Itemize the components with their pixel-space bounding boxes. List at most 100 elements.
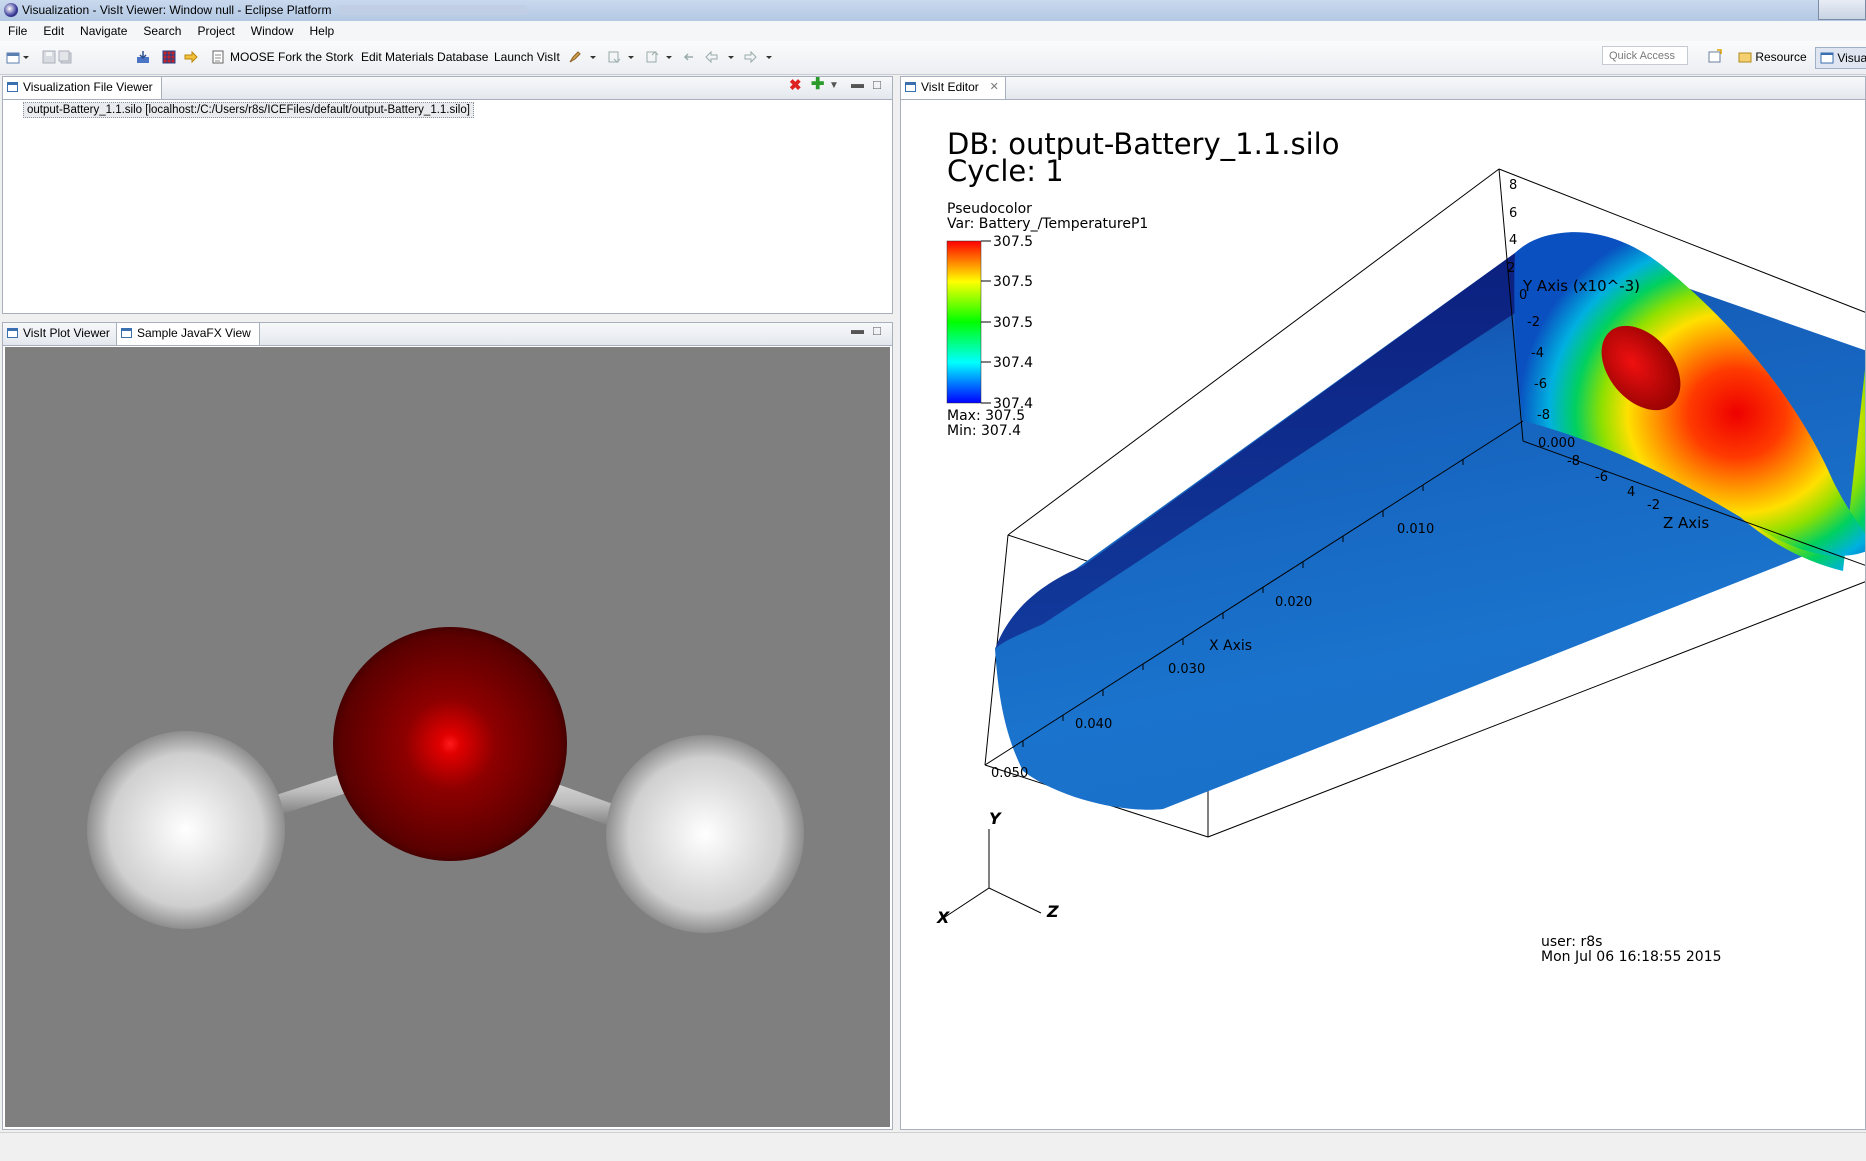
- menu-project[interactable]: Project: [189, 21, 242, 39]
- menu-search[interactable]: Search: [135, 21, 189, 39]
- view-icon: [7, 82, 18, 92]
- z-tick-neg8: -8: [1567, 454, 1580, 469]
- visit-plot: DB: output-Battery_1.1.silo Cycle: 1 Pse…: [936, 127, 1865, 965]
- grid-table-icon[interactable]: [162, 50, 176, 64]
- window-titlebar: Visualization - VisIt Viewer: Window nul…: [0, 0, 1866, 22]
- rocket-icon[interactable]: [568, 50, 582, 64]
- visualization-perspective-button[interactable]: Visua: [1815, 47, 1866, 69]
- maximize-icon[interactable]: □: [873, 78, 881, 92]
- z-axis-label: Z Axis: [1663, 514, 1709, 532]
- y-tick-8: 8: [1509, 178, 1517, 193]
- moose-fork-the-stork-button[interactable]: MOOSE Fork the Stork: [230, 50, 353, 64]
- back-icon[interactable]: [705, 50, 719, 64]
- legend-plot-type: Pseudocolor: [947, 201, 1032, 217]
- menu-help[interactable]: Help: [301, 21, 342, 39]
- x-tick-0050: 0.050: [991, 766, 1028, 781]
- visit-render-window[interactable]: DB: output-Battery_1.1.silo Cycle: 1 Pse…: [903, 101, 1865, 1127]
- tab-label: Sample JavaFX View: [137, 326, 251, 340]
- forward-dropdown-icon[interactable]: [765, 50, 773, 64]
- legend-tick-2: 307.5: [993, 274, 1033, 290]
- add-file-icon[interactable]: ✚: [811, 77, 824, 93]
- oxygen-atom: [333, 627, 567, 861]
- back-dropdown-icon[interactable]: [727, 50, 735, 64]
- legend-tick-4: 307.4: [993, 355, 1033, 371]
- menu-bar: File Edit Navigate Search Project Window Help: [0, 21, 1866, 41]
- y-tick-6: 6: [1509, 206, 1517, 221]
- launch-visit-button[interactable]: Launch VisIt: [494, 50, 560, 64]
- water-molecule-scene: [87, 627, 804, 933]
- open-perspective-icon[interactable]: [1708, 49, 1722, 63]
- window-title: Visualization - VisIt Viewer: Window nul…: [22, 3, 332, 17]
- menu-navigate[interactable]: Navigate: [72, 21, 135, 39]
- y-axis-label: Y Axis (x10^-3): [1522, 277, 1640, 295]
- save-icon[interactable]: [42, 50, 56, 64]
- next-annotation-dropdown-icon[interactable]: [627, 50, 635, 64]
- view-menu-dropdown-icon[interactable]: ▼: [829, 79, 839, 93]
- tab-sample-javafx-view[interactable]: Sample JavaFX View: [116, 323, 260, 345]
- plot-viewer-tabstrip: VisIt Plot Viewer Sample JavaFX View ▬ □: [3, 323, 892, 346]
- status-bar: [0, 1132, 1866, 1161]
- forward-arrow-icon[interactable]: [184, 50, 198, 64]
- previous-annotation-dropdown-icon[interactable]: [665, 50, 673, 64]
- tab-label: VisIt Editor: [921, 80, 979, 94]
- legend-min: Min: 307.4: [947, 423, 1021, 439]
- left-hydrogen-atom: [87, 731, 285, 929]
- axis-triad: [944, 829, 1042, 918]
- x-tick-0010: 0.010: [1397, 522, 1434, 537]
- z-tick-neg2: -2: [1647, 498, 1660, 513]
- rocket-dropdown-icon[interactable]: [589, 50, 597, 64]
- document-icon[interactable]: [211, 50, 225, 64]
- user-info: user: r8s: [1541, 934, 1602, 950]
- menu-file[interactable]: File: [0, 21, 35, 39]
- maximize-icon[interactable]: □: [873, 324, 881, 338]
- x-tick-0040: 0.040: [1075, 717, 1112, 732]
- file-viewer-tabstrip: Visualization File Viewer ✖ ✚ ▼ ▬ □: [3, 77, 892, 100]
- triad-z-label: Z: [1046, 902, 1059, 921]
- y-tick-neg8: -8: [1537, 408, 1550, 423]
- new-wizard-icon[interactable]: [6, 50, 20, 64]
- visualization-perspective-label: Visua: [1837, 51, 1866, 65]
- main-toolbar: MOOSE Fork the Stork Edit Materials Data…: [0, 41, 1866, 75]
- y-tick-neg4: -4: [1531, 346, 1544, 361]
- tab-visit-editor[interactable]: VisIt Editor ✕: [901, 77, 1006, 99]
- eclipse-app-icon: [4, 3, 18, 17]
- minimize-icon[interactable]: ▬: [851, 77, 864, 91]
- next-annotation-icon[interactable]: [607, 50, 621, 64]
- view-icon: [121, 328, 132, 338]
- y-tick-2: 2: [1507, 261, 1515, 276]
- edit-materials-database-button[interactable]: Edit Materials Database: [361, 50, 488, 64]
- javafx-canvas[interactable]: [5, 347, 890, 1127]
- z-tick-neg6: -6: [1595, 470, 1608, 485]
- tab-label: VisIt Plot Viewer: [23, 326, 110, 340]
- legend-max: Max: 307.5: [947, 408, 1025, 424]
- window-controls[interactable]: [1818, 0, 1866, 20]
- previous-annotation-icon[interactable]: [645, 50, 659, 64]
- save-all-icon[interactable]: [58, 50, 72, 64]
- minimize-icon[interactable]: ▬: [851, 323, 864, 337]
- close-tab-icon[interactable]: ✕: [990, 77, 999, 98]
- new-dropdown-icon[interactable]: [22, 50, 30, 64]
- x-axis-label: X Axis: [1209, 638, 1252, 654]
- forward-icon[interactable]: [743, 50, 757, 64]
- legend-variable: Var: Battery_/TemperatureP1: [947, 216, 1148, 232]
- file-entry[interactable]: output-Battery_1.1.silo [localhost:/C:/U…: [23, 102, 474, 118]
- visit-editor-tabstrip: VisIt Editor ✕: [901, 77, 1865, 100]
- timestamp: Mon Jul 06 16:18:55 2015: [1541, 949, 1722, 965]
- visualization-perspective-icon: [1820, 52, 1834, 64]
- triad-x-label: X: [936, 908, 950, 927]
- menu-edit[interactable]: Edit: [35, 21, 72, 39]
- blurred-title-suffix: [338, 5, 528, 15]
- x-tick-0020: 0.020: [1275, 595, 1312, 610]
- resource-perspective-button[interactable]: Resource: [1738, 47, 1807, 67]
- tab-visit-plot-viewer[interactable]: VisIt Plot Viewer: [3, 323, 118, 344]
- y-tick-4: 4: [1509, 233, 1517, 248]
- cycle-title: Cycle: 1: [947, 154, 1064, 188]
- last-edit-location-icon[interactable]: [681, 50, 695, 64]
- import-icon[interactable]: [136, 50, 150, 64]
- menu-window[interactable]: Window: [243, 21, 302, 39]
- tab-visualization-file-viewer[interactable]: Visualization File Viewer: [3, 77, 162, 99]
- triad-y-label: Y: [989, 809, 1002, 828]
- view-icon: [7, 328, 18, 338]
- quick-access-input[interactable]: Quick Access: [1602, 46, 1688, 65]
- remove-file-icon[interactable]: ✖: [789, 78, 802, 93]
